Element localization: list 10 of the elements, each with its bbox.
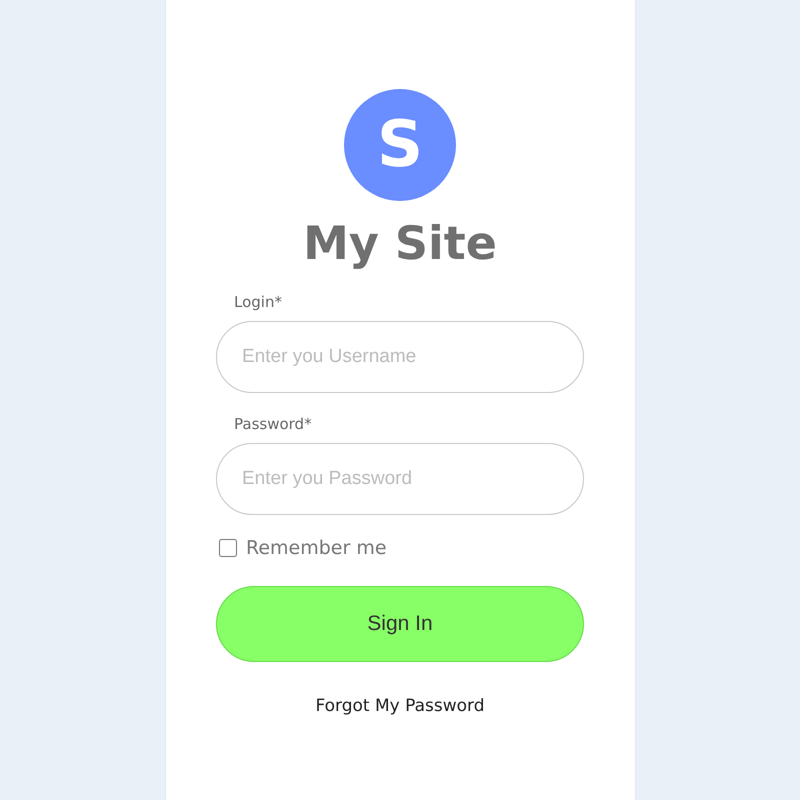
field-label: Login* bbox=[234, 292, 282, 312]
remember-label: Remember me bbox=[246, 536, 387, 560]
field-label: Password* bbox=[234, 414, 312, 434]
logo-circle: S bbox=[344, 89, 456, 201]
sign-in-button[interactable]: Sign In bbox=[216, 586, 584, 662]
forgot-password-link[interactable]: Forgot My Password bbox=[315, 694, 485, 718]
input-field[interactable]: Enter you Username bbox=[216, 321, 584, 393]
remember-checkbox[interactable] bbox=[219, 539, 237, 557]
site-title: My Site bbox=[303, 215, 497, 271]
input-field[interactable]: Enter you Password bbox=[216, 443, 584, 515]
